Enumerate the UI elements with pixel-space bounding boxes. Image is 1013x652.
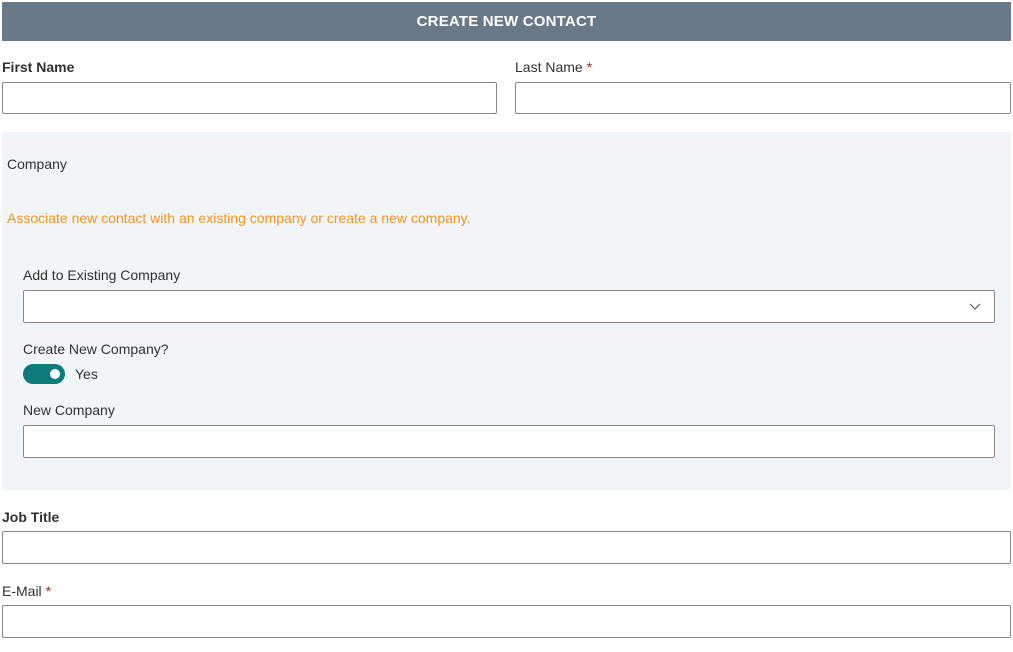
existing-company-label: Add to Existing Company [23,267,181,283]
last-name-input[interactable] [515,82,1011,114]
new-company-label: New Company [23,402,115,418]
new-company-input[interactable] [23,425,995,458]
first-name-input[interactable] [2,82,497,114]
company-hint-text: Associate new contact with an existing c… [7,210,471,226]
job-title-input[interactable] [2,531,1011,564]
email-input[interactable] [2,605,1011,638]
create-new-company-label: Create New Company? [23,341,169,357]
form-title: CREATE NEW CONTACT [416,13,597,30]
chevron-down-icon [969,303,981,310]
existing-company-dropdown[interactable] [23,290,995,323]
company-section-label: Company [7,156,67,172]
email-label: E-Mail * [2,583,52,599]
required-indicator: * [586,59,593,75]
required-indicator: * [45,583,52,599]
form-header: CREATE NEW CONTACT [2,2,1011,41]
toggle-knob [50,369,60,379]
first-name-label: First Name [2,59,75,75]
job-title-label: Job Title [2,509,60,525]
toggle-state-text: Yes [75,366,98,382]
create-new-company-toggle[interactable] [23,364,65,384]
last-name-label: Last Name * [515,59,593,75]
